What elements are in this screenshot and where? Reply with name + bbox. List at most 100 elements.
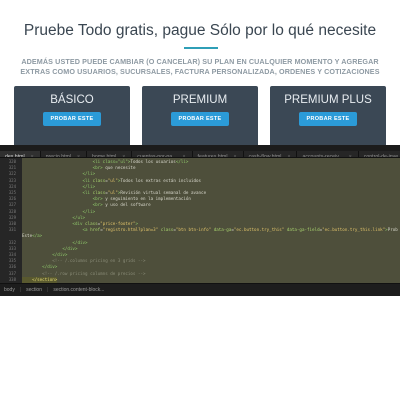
line-number: 329: [8, 214, 16, 220]
code-token: class: [92, 190, 106, 195]
code-line: <a href="registro.html?plan=3" class="bt…: [22, 227, 398, 233]
code-line: <li class="ul">Todos los extras están in…: [22, 177, 202, 184]
code-token: Todos los extras están incluidos: [120, 177, 202, 183]
code-token: </section>: [32, 276, 58, 282]
code-token: y seguimiento en la implementación: [102, 196, 191, 202]
line-number: 333: [8, 245, 16, 251]
code-token: </div>: [42, 264, 58, 270]
pricing-headline: Pruebe Todo gratis, pague Sólo por lo qu…: [23, 22, 377, 39]
code-token: </li>: [82, 183, 96, 189]
code-token: "ul": [107, 177, 118, 183]
code-token: data-ga-field: [286, 227, 320, 233]
code-line: </li>: [22, 183, 96, 190]
line-number: 321: [8, 165, 16, 171]
line-number: 323: [8, 177, 16, 183]
code-token: <br>: [92, 202, 103, 208]
pricing-subtext: ADEMÁS USTED PUEDE CAMBIAR (O CANCELAR) …: [20, 57, 380, 76]
code-token: <li: [82, 190, 93, 195]
code-token: y uso del software: [102, 202, 151, 208]
breadcrumb-item[interactable]: section: [26, 284, 42, 296]
code-token: <li: [82, 177, 93, 183]
code-token: "ul": [107, 190, 118, 195]
code-line: <li class="ul">Todos los usuarios</li>: [22, 159, 189, 165]
code-line: <br> y seguimiento en la implementación: [22, 196, 191, 202]
line-number: 331: [8, 227, 16, 233]
editor-tab[interactable]: home.html ×: [87, 151, 133, 157]
code-line: </li>: [22, 171, 96, 177]
code-token: </a>: [32, 233, 43, 239]
editor-tab[interactable]: control-de-inve...×: [358, 151, 400, 157]
code-line: <li class="ul">Revisión virtual semanal …: [22, 190, 207, 196]
code-line: </div>: [22, 264, 57, 270]
line-number-gutter: 320 321 322 323 324 325 326 327 328 329 330 331 332 3…: [0, 158, 18, 283]
status-bar-breadcrumb: body | section | section.content-block...: [0, 283, 400, 296]
code-token: que necesite: [102, 165, 136, 171]
code-line: </section>: [22, 276, 58, 283]
code-line: </div>: [22, 252, 67, 258]
plan-card-premium-plus: PREMIUM PLUS PROBAR ESTE: [270, 86, 386, 146]
editor-tab[interactable]: cash-flow.html ×: [243, 151, 298, 157]
try-plan-button[interactable]: PROBAR ESTE: [299, 112, 357, 126]
code-token: "btn btn-info": [175, 227, 212, 233]
code-token: <div: [72, 221, 86, 226]
line-number: 336: [8, 264, 16, 270]
editor-tab[interactable]: dex.html ×: [0, 151, 41, 157]
code-token: </li>: [82, 208, 96, 214]
code-token: </ul>: [72, 214, 86, 220]
code-token: "ec.button.try_this.link": [322, 227, 386, 233]
pricing-section: Pruebe Todo gratis, pague Sólo por lo qu…: [0, 0, 400, 146]
editor-tab[interactable]: accounts-receiv... ×: [297, 151, 359, 157]
line-number: 324: [8, 183, 16, 189]
code-token: <li class="ul">: [92, 159, 131, 164]
line-number: 332: [8, 239, 16, 245]
plan-name: BÁSICO: [50, 94, 94, 106]
code-token: >: [135, 221, 138, 226]
breadcrumb-separator: |: [19, 287, 22, 293]
line-number: 326: [8, 196, 16, 202]
code-token: </div>: [62, 245, 78, 251]
code-token: Revisión virtual semanal de avance: [120, 190, 207, 195]
code-area[interactable]: 320 321 322 323 324 325 326 327 328 329 330 331 332 3…: [0, 158, 400, 283]
page-blank-area: [0, 296, 400, 420]
line-number: 327: [8, 202, 16, 208]
code-line: <!-- /.columns pricing en 3 grids -->: [22, 258, 145, 264]
code-token: "ec.button.try_this": [233, 227, 285, 233]
code-token: </li>: [175, 159, 189, 164]
breadcrumb-item[interactable]: section.content-block...: [53, 284, 104, 296]
code-line: </li>: [22, 208, 96, 215]
editor-tab-bar: dex.html × precio.html × home.html × cuentas-p…: [0, 145, 400, 158]
editor-tab[interactable]: features.html ×: [192, 151, 244, 157]
plan-name: PREMIUM PLUS: [284, 94, 372, 106]
code-token: class: [160, 227, 174, 233]
code-content[interactable]: <li class="ul">Todos los usuarios</li> <…: [22, 158, 400, 283]
line-number: 334: [8, 252, 16, 257]
headline-divider: [184, 47, 218, 49]
code-token: class: [92, 177, 106, 183]
editor-tab[interactable]: cuentas-por-pa... ×: [132, 151, 193, 157]
code-indent: Este: [22, 233, 33, 239]
editor-tab[interactable]: precio.html ×: [40, 151, 88, 157]
code-line: <br> y uso del software: [22, 202, 151, 208]
line-number: 337: [8, 270, 16, 276]
breadcrumb-item[interactable]: body: [4, 284, 15, 296]
code-line: </div>: [22, 246, 77, 252]
plan-name: PREMIUM: [172, 94, 228, 106]
plan-card-premium: PREMIUM PROBAR ESTE: [142, 86, 258, 146]
code-token: href: [90, 227, 101, 233]
try-plan-button[interactable]: PROBAR ESTE: [43, 112, 101, 126]
try-plan-button[interactable]: PROBAR ESTE: [171, 112, 229, 126]
code-token: class: [85, 221, 98, 226]
line-number: [1, 233, 16, 239]
